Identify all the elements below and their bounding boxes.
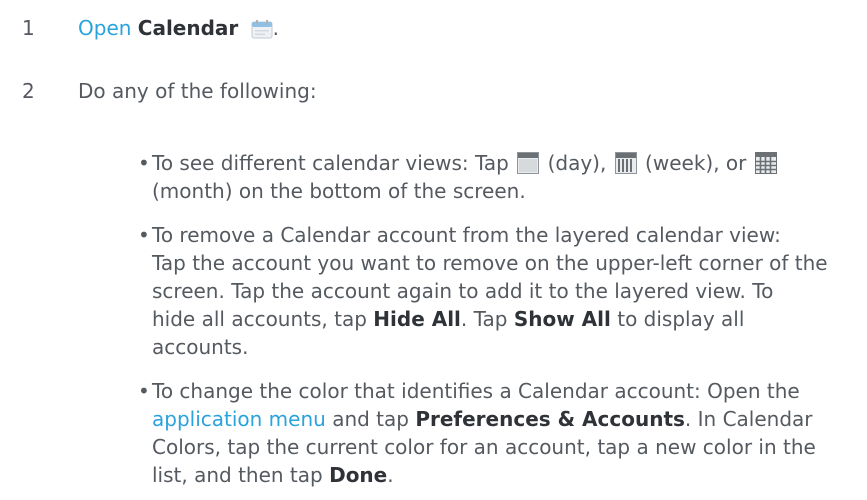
bullet-line: To change the color that identifies a Ca… — [152, 379, 800, 403]
bullet-line: To remove a Calendar account from the la… — [152, 223, 781, 247]
day-view-icon — [517, 152, 540, 174]
bullet-marker: • — [138, 151, 150, 175]
month-view-icon — [754, 152, 777, 174]
step-text: Do any of the following: — [78, 79, 317, 103]
bullet-line: To see different calendar views: Tap (da… — [152, 148, 779, 178]
show-all-label: Show All — [513, 307, 611, 331]
calendar-icon — [251, 20, 273, 39]
app-name: Calendar — [137, 16, 239, 40]
bullet-line: (month) on the bottom of the screen. — [152, 179, 526, 203]
open-link[interactable]: Open — [78, 16, 131, 40]
preferences-accounts-label: Preferences & Accounts — [415, 407, 685, 431]
bullet-line: Colors, tap the current color for an acc… — [152, 435, 816, 459]
bullet-line: screen. Tap the account again to add it … — [152, 279, 774, 303]
week-view-icon — [614, 152, 637, 174]
bullet-line: list, and then tap Done. — [152, 463, 394, 487]
step-number: 1 — [22, 16, 35, 40]
done-label: Done — [329, 463, 388, 487]
hide-all-label: Hide All — [373, 307, 461, 331]
bullet-marker: • — [138, 379, 150, 403]
bullet-line: Tap the account you want to remove on th… — [152, 251, 828, 275]
step-1-period: . — [272, 16, 280, 40]
step-number: 2 — [22, 79, 35, 103]
step-text: Open Calendar . — [78, 13, 279, 43]
bullet-line: hide all accounts, tap Hide All. Tap Sho… — [152, 307, 745, 331]
application-menu-link[interactable]: application menu — [152, 407, 326, 431]
bullet-marker: • — [138, 223, 150, 247]
bullet-line: accounts. — [152, 335, 249, 359]
bullet-line: application menu and tap Preferences & A… — [152, 407, 813, 431]
